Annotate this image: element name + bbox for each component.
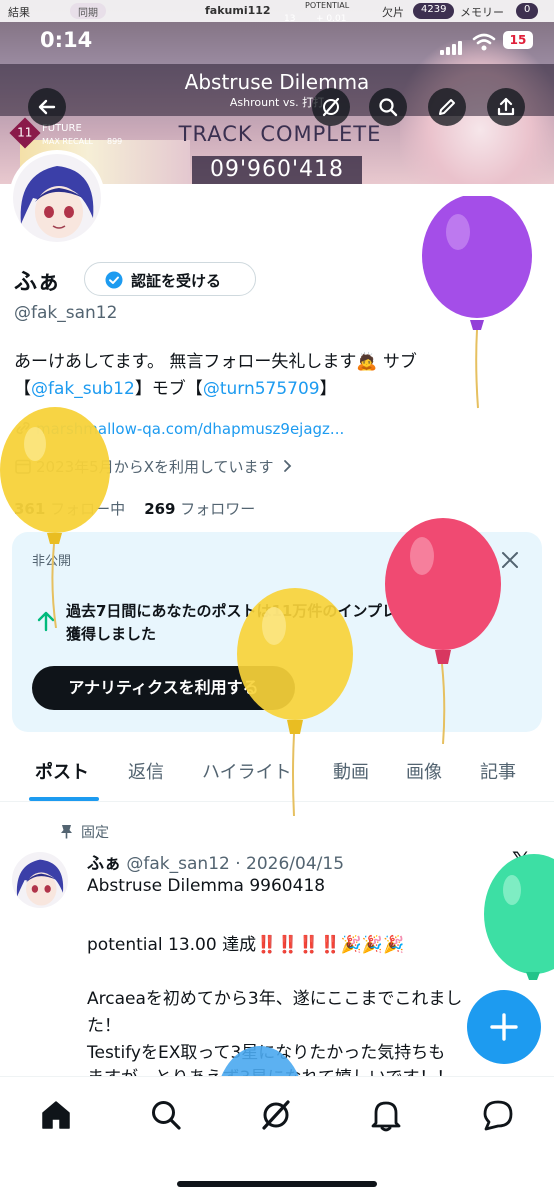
- balloon-blue: [220, 1046, 300, 1078]
- post-author-name: ふぁ: [87, 854, 121, 874]
- post-text-line: potential 13.00 達成‼️‼️‼️‼️🎉🎉🎉: [87, 935, 405, 955]
- wifi-icon: [472, 33, 496, 51]
- share-icon: [497, 97, 515, 116]
- pin-icon: [61, 825, 72, 839]
- score-display: 09'960'418: [192, 156, 362, 184]
- share-button[interactable]: [487, 88, 525, 126]
- grok-icon[interactable]: [258, 1097, 294, 1133]
- search-icon[interactable]: [148, 1097, 184, 1133]
- status-bar: 0:14 15: [0, 22, 554, 62]
- get-verified-button[interactable]: 認証を受ける: [84, 262, 256, 296]
- avatar-illustration: [13, 154, 101, 242]
- game-result-label: 結果: [8, 6, 30, 19]
- track-complete-text: TRACK COMPLETE: [178, 122, 382, 146]
- battery-indicator: 15: [503, 31, 533, 49]
- plus-icon: [490, 1013, 518, 1041]
- edit-button[interactable]: [428, 88, 466, 126]
- active-tab-indicator: [29, 797, 99, 801]
- post-text-line: Abstruse Dilemma 9960418: [87, 876, 326, 896]
- followers-link[interactable]: 269 フォロワー: [144, 500, 255, 518]
- avatar-illustration: [12, 852, 68, 908]
- bottom-nav: [0, 1076, 554, 1199]
- grok-button[interactable]: [312, 88, 350, 126]
- game-memory-value: 0: [516, 3, 539, 19]
- profile-banner[interactable]: 結果 同期 fakumi112 POTENTIAL + 0.01 13 欠片 4…: [0, 0, 554, 184]
- post-text-line: Arcaeaを初めてから3年、遂にここまでこれまし: [87, 989, 463, 1009]
- search-button[interactable]: [369, 88, 407, 126]
- tab-photos[interactable]: 画像: [406, 758, 442, 784]
- post-header[interactable]: ふぁ @fak_san12 · 2026/04/15: [87, 849, 344, 874]
- compose-post-button[interactable]: [467, 990, 541, 1064]
- balloon-purple: [422, 196, 532, 409]
- bio-sub-account-link[interactable]: @fak_sub12: [31, 379, 135, 399]
- get-verified-label: 認証を受ける: [131, 272, 222, 290]
- grok-icon: [322, 97, 340, 117]
- profile-handle: @fak_san12: [14, 303, 118, 323]
- game-fragments-value: 4239: [413, 3, 455, 19]
- tab-articles[interactable]: 記事: [480, 758, 516, 784]
- game-sync-label: 同期: [70, 3, 106, 19]
- game-fragments-label: 欠片: [382, 6, 404, 19]
- cellular-signal-icon: [440, 36, 464, 55]
- close-icon[interactable]: [500, 550, 520, 570]
- balloon-green: [484, 854, 554, 980]
- profile-avatar[interactable]: [9, 150, 105, 246]
- messages-icon[interactable]: [480, 1097, 516, 1133]
- post-text-line: た！: [87, 1016, 121, 1036]
- search-icon: [379, 98, 398, 117]
- game-player-name: fakumi112: [205, 4, 271, 17]
- game-potential-label: POTENTIAL: [305, 1, 350, 10]
- game-memory-label: メモリー: [460, 6, 504, 19]
- pencil-icon: [439, 99, 455, 115]
- bio-mob-account-link[interactable]: @turn575709: [203, 379, 320, 399]
- home-indicator: [177, 1181, 377, 1187]
- home-icon[interactable]: [38, 1097, 74, 1133]
- pinned-label: 固定: [60, 822, 109, 842]
- balloon-pink: [385, 518, 501, 744]
- bell-icon[interactable]: [368, 1097, 404, 1133]
- game-top-bar: 結果 同期 fakumi112 POTENTIAL + 0.01 13 欠片 4…: [0, 0, 554, 24]
- chevron-right-icon: [284, 460, 292, 472]
- song-title: Abstruse Dilemma: [184, 70, 370, 94]
- status-time: 0:14: [40, 28, 93, 52]
- max-recall: MAX RECALL 899: [42, 137, 123, 146]
- tab-posts[interactable]: ポスト: [35, 758, 89, 784]
- tab-replies[interactable]: 返信: [128, 758, 164, 784]
- verified-badge-icon: [105, 271, 123, 289]
- balloon-yellow: [0, 407, 110, 628]
- profile-name: ふぁ: [14, 269, 60, 295]
- post-author-avatar[interactable]: [12, 852, 68, 908]
- post-handle-date: @fak_san12 · 2026/04/15: [126, 854, 345, 874]
- balloon-yellow-2: [237, 588, 353, 816]
- back-button[interactable]: [28, 88, 66, 126]
- arrow-left-icon: [38, 99, 56, 115]
